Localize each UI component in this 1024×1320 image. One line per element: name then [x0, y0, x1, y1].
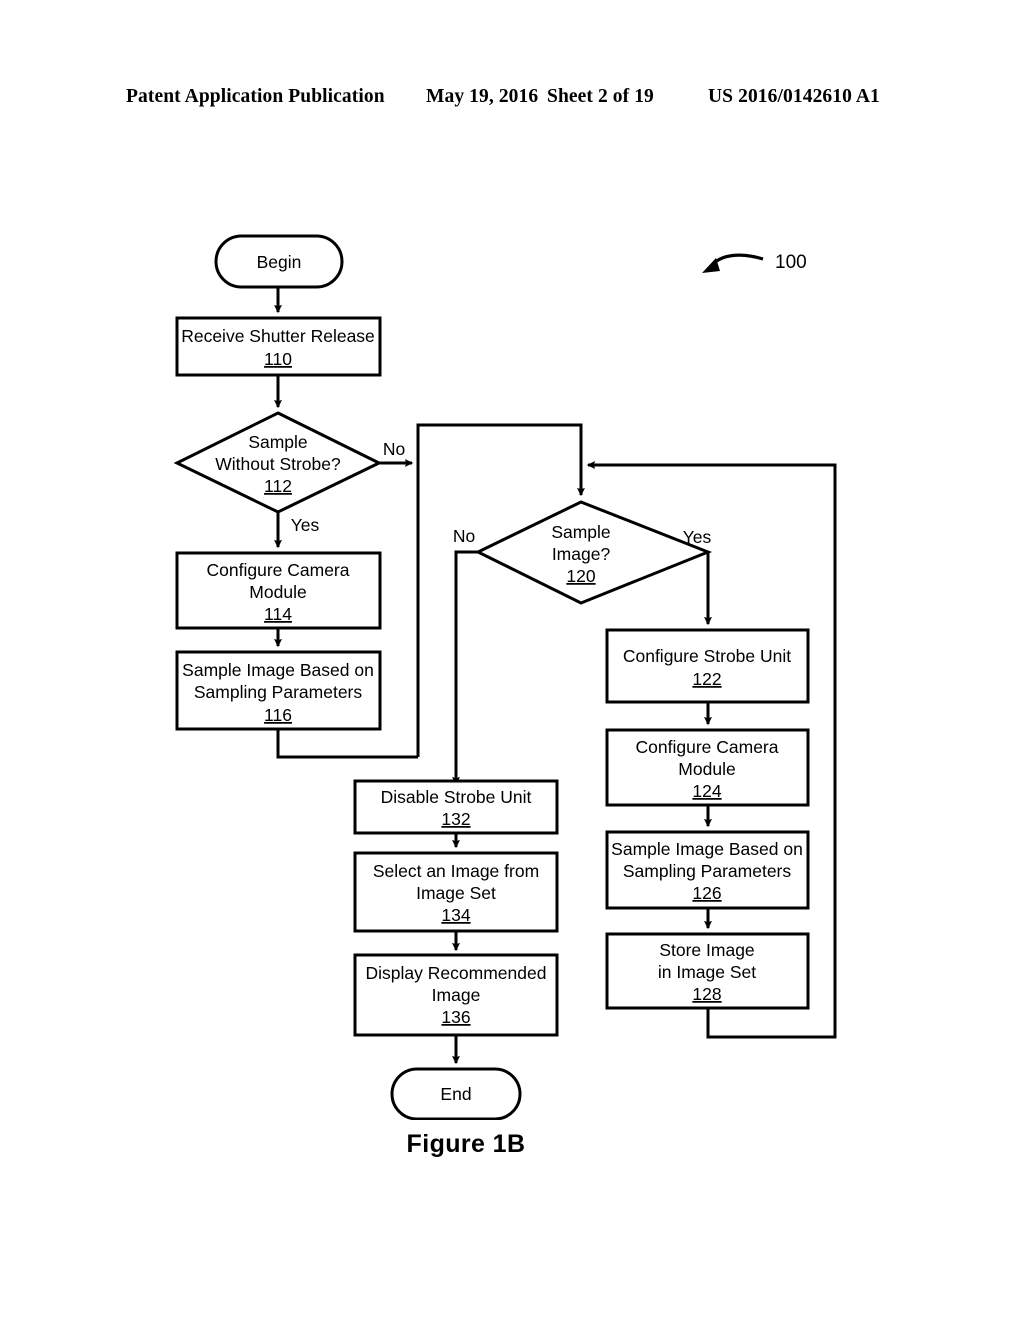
node-116-ref: 116 [264, 705, 292, 725]
node-132: Disable Strobe Unit 132 [353, 779, 559, 835]
node-120-line-1: Sample [551, 522, 610, 542]
node-126-ref: 126 [692, 883, 721, 903]
node-136-ref: 136 [441, 1007, 470, 1027]
node-128-line-2: in Image Set [658, 962, 756, 982]
node-134-line-2: Image Set [416, 883, 496, 903]
flowchart-diagram: Begin Receive Shutter Release 110 Sample… [173, 234, 837, 1120]
branch-label-120-yes: Yes [683, 527, 712, 547]
node-136: Display Recommended Image 136 [353, 953, 559, 1037]
node-122: Configure Strobe Unit 122 [605, 628, 810, 704]
node-136-line-2: Image [432, 985, 481, 1005]
node-110-line-1: Receive Shutter Release [181, 326, 375, 346]
node-116-line-2: Sampling Parameters [194, 682, 363, 702]
node-134-line-1: Select an Image from [373, 861, 539, 881]
node-128-line-1: Store Image [659, 940, 754, 960]
patent-figure-page: Patent Application Publication May 19, 2… [0, 0, 1024, 1320]
node-132-ref: 132 [441, 809, 470, 829]
node-128-ref: 128 [692, 984, 721, 1004]
figure-caption-text: Figure 1B [406, 1130, 526, 1158]
node-122-ref: 122 [692, 669, 721, 689]
node-begin-label: Begin [257, 252, 302, 272]
node-120-ref: 120 [566, 566, 595, 586]
figure-reference-callout: 100 [702, 252, 807, 273]
node-114: Configure Camera Module 114 [175, 551, 382, 630]
node-112-ref: 112 [264, 476, 292, 496]
node-end: End [390, 1067, 522, 1120]
node-114-ref: 114 [264, 604, 292, 624]
node-124-ref: 124 [692, 781, 721, 801]
node-124: Configure Camera Module 124 [605, 728, 810, 807]
branch-label-120-no: No [453, 526, 475, 546]
node-132-line-1: Disable Strobe Unit [381, 787, 532, 807]
node-120-line-2: Image? [552, 544, 611, 564]
node-134: Select an Image from Image Set 134 [353, 851, 559, 933]
node-110-ref: 110 [264, 349, 292, 369]
node-136-line-1: Display Recommended [366, 963, 547, 983]
reference-lead-line [711, 253, 764, 266]
node-112-line-2: Without Strobe? [215, 454, 341, 474]
node-126-line-1: Sample Image Based on [611, 839, 803, 859]
node-112: Sample Without Strobe? 112 [173, 411, 383, 514]
node-112-line-1: Sample [248, 432, 307, 452]
node-126-line-2: Sampling Parameters [623, 861, 792, 881]
node-116-line-1: Sample Image Based on [182, 660, 374, 680]
edge-120-no-to-132 [452, 550, 478, 786]
node-126: Sample Image Based on Sampling Parameter… [605, 830, 810, 910]
node-110: Receive Shutter Release 110 [175, 316, 382, 377]
edge-116-loop-to-junction [276, 729, 418, 759]
node-end-label: End [440, 1084, 471, 1104]
node-124-line-2: Module [678, 759, 735, 779]
figure-caption: Figure 1B [0, 1130, 1024, 1159]
figure-reference-number: 100 [775, 252, 807, 273]
node-122-line-1: Configure Strobe Unit [623, 646, 791, 666]
branch-label-112-yes: Yes [291, 515, 320, 535]
branch-label-112-no: No [383, 439, 405, 459]
node-116: Sample Image Based on Sampling Parameter… [175, 650, 382, 731]
node-begin: Begin [214, 234, 344, 289]
node-114-line-2: Module [249, 582, 306, 602]
node-114-line-1: Configure Camera [207, 560, 350, 580]
node-134-ref: 134 [441, 905, 470, 925]
node-120: Sample Image? 120 [474, 500, 713, 605]
node-124-line-1: Configure Camera [636, 737, 779, 757]
node-128: Store Image in Image Set 128 [605, 932, 810, 1010]
